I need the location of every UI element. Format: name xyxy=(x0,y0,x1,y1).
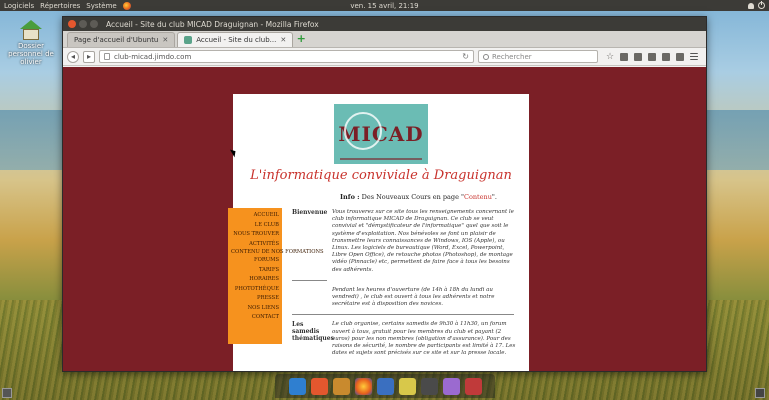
info-banner: Info : Des Nouveaux Cours en page "Conte… xyxy=(340,193,497,201)
menu-item-contenu-formations[interactable]: CONTENU DE NOS FORMATIONS xyxy=(231,249,324,256)
archive-launcher-icon[interactable] xyxy=(332,377,350,395)
home-folder-icon xyxy=(20,20,42,40)
history-icon[interactable]: ▸ xyxy=(83,50,95,63)
section-text: Pendant les heures d'ouverture (de 14h à… xyxy=(332,286,495,308)
tab-micad-home[interactable]: Accueil - Site du club... ✕ xyxy=(177,32,294,47)
dock xyxy=(275,374,495,398)
section-text: Le club organise, certains samedis de 9h… xyxy=(332,321,516,357)
software-center-launcher-icon[interactable] xyxy=(310,377,328,395)
files-launcher-icon[interactable] xyxy=(288,377,306,395)
menu-item-horaires[interactable]: HORAIRES xyxy=(231,275,279,285)
tab-close-icon[interactable]: ✕ xyxy=(162,36,168,44)
trash-launcher-icon[interactable] xyxy=(464,377,482,395)
url-bar[interactable]: club-micad.jimdo.com ↻ xyxy=(99,50,474,63)
desktop-icon-label: Dossier personnel de olivier xyxy=(8,42,54,66)
top-panel: Logiciels Répertoires Système ven. 15 av… xyxy=(0,0,769,11)
window-minimize-button[interactable] xyxy=(79,20,87,28)
window-title: Accueil - Site du club MICAD Draguignan … xyxy=(106,19,319,29)
menu-item-nous-trouver[interactable]: NOUS TROUVER xyxy=(231,230,279,240)
bookmark-star-icon[interactable]: ☆ xyxy=(606,52,614,61)
site-title: L'informatique conviviale à Draguignan xyxy=(250,168,512,183)
chat-icon[interactable] xyxy=(676,52,685,61)
panel-menu-logiciels[interactable]: Logiciels xyxy=(4,2,34,10)
contenu-link[interactable]: Contenu xyxy=(464,193,492,201)
section-label: Bienvenue xyxy=(292,209,328,216)
menu-item-presse[interactable]: PRESSE xyxy=(231,294,279,304)
thunderbird-launcher-icon[interactable] xyxy=(376,377,394,395)
url-text[interactable]: club-micad.jimdo.com xyxy=(114,53,191,61)
window-close-button[interactable] xyxy=(68,20,76,28)
section-samedis: Les samedis thématiques Le club organise… xyxy=(287,321,519,357)
tab-ubuntu-home[interactable]: Page d'accueil d'Ubuntu ✕ xyxy=(67,32,176,47)
menu-item-contact[interactable]: CONTACT xyxy=(231,313,279,323)
new-tab-button[interactable]: + xyxy=(295,33,307,45)
info-prefix: Info : xyxy=(340,193,360,201)
page-viewport[interactable]: MICAD L'informatique conviviale à Dragui… xyxy=(63,67,706,371)
firefox-launcher-icon[interactable] xyxy=(354,377,372,395)
hamburger-menu-icon[interactable] xyxy=(690,52,699,60)
tab-bar: Page d'accueil d'Ubuntu ✕ Accueil - Site… xyxy=(63,31,706,48)
terminal-launcher-icon[interactable] xyxy=(420,377,438,395)
search-icon xyxy=(483,53,489,60)
settings-launcher-icon[interactable] xyxy=(442,377,460,395)
firefox-window: Accueil - Site du club MICAD Draguignan … xyxy=(62,16,707,372)
navigation-toolbar: ◂ ▸ club-micad.jimdo.com ↻ Rechercher ☆ xyxy=(63,48,706,66)
tab-label: Page d'accueil d'Ubuntu xyxy=(74,36,159,44)
section-text: Vous trouverez sur ce site tous les rens… xyxy=(332,209,514,273)
menu-item-activites[interactable]: ACTIVITÉS xyxy=(231,240,279,250)
menu-item-tarifs[interactable]: TARIFS xyxy=(231,266,279,276)
reload-icon[interactable]: ↻ xyxy=(462,52,469,61)
system-tray xyxy=(748,0,765,11)
search-placeholder[interactable]: Rechercher xyxy=(492,53,532,61)
menu-item-forums[interactable]: FORUMS xyxy=(231,256,279,266)
site-favicon-icon xyxy=(184,36,193,44)
menu-item-accueil[interactable]: ACCUEIL xyxy=(231,211,279,221)
volume-icon[interactable] xyxy=(748,2,754,9)
show-desktop-icon[interactable] xyxy=(2,388,12,398)
tab-close-icon[interactable]: ✕ xyxy=(280,36,286,44)
workspace-switcher-icon[interactable] xyxy=(755,388,765,398)
back-button[interactable]: ◂ xyxy=(67,50,79,63)
panel-menu-repertoires[interactable]: Répertoires xyxy=(40,2,80,10)
article-body: Bienvenue Vous trouverez sur ce site tou… xyxy=(287,209,519,357)
firefox-launcher-icon[interactable] xyxy=(122,1,131,10)
power-icon[interactable] xyxy=(758,1,765,9)
desktop-icon-home-folder[interactable]: Dossier personnel de olivier xyxy=(6,20,56,66)
section-bienvenue: Bienvenue Vous trouverez sur ce site tou… xyxy=(287,209,519,274)
downloads-icon[interactable] xyxy=(634,52,643,61)
site-menu: ACCUEIL LE CLUB NOUS TROUVER ACTIVITÉS C… xyxy=(228,208,324,344)
reading-list-icon[interactable] xyxy=(620,52,629,61)
micad-logo[interactable]: MICAD xyxy=(334,104,428,164)
divider xyxy=(292,314,514,316)
panel-menus: Logiciels Répertoires Système xyxy=(0,1,131,10)
music-launcher-icon[interactable] xyxy=(398,377,416,395)
section-label: Les samedis thématiques xyxy=(292,321,334,343)
site-identity-icon[interactable] xyxy=(104,53,110,60)
menu-item-nos-liens[interactable]: NOS LIENS xyxy=(231,304,279,314)
info-suffix: ". xyxy=(491,193,497,201)
toolbar-icons: ☆ xyxy=(606,52,699,61)
panel-menu-systeme[interactable]: Système xyxy=(86,2,116,10)
tab-label: Accueil - Site du club... xyxy=(196,36,277,44)
section-ouverture: Pendant les heures d'ouverture (de 14h à… xyxy=(287,287,519,309)
divider xyxy=(292,279,327,281)
pocket-icon[interactable] xyxy=(662,52,671,61)
menu-item-phototheque[interactable]: PHOTOTHÈQUE xyxy=(231,285,279,295)
window-maximize-button[interactable] xyxy=(90,20,98,28)
window-titlebar[interactable]: Accueil - Site du club MICAD Draguignan … xyxy=(63,17,706,31)
home-icon[interactable] xyxy=(648,52,657,61)
menu-item-le-club[interactable]: LE CLUB xyxy=(231,221,279,231)
search-bar[interactable]: Rechercher xyxy=(478,50,598,63)
info-text: Des Nouveaux Cours en page " xyxy=(361,193,464,201)
